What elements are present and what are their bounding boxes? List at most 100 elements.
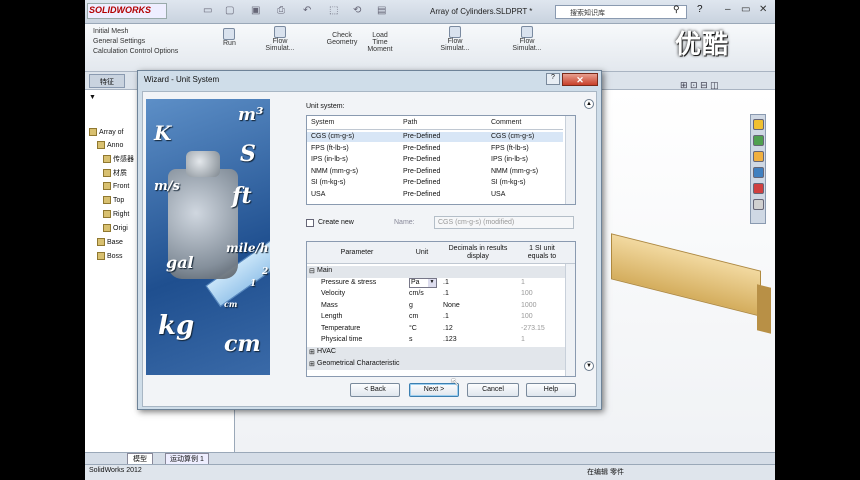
group-main[interactable]: ⊟ Main [307, 266, 565, 278]
param-row-mass[interactable]: Mass g None 1000 [307, 301, 565, 313]
scroll-up-icon[interactable]: ▲ [584, 99, 594, 109]
scroll-down-icon[interactable]: ▼ [584, 361, 594, 371]
run-icon [223, 28, 236, 40]
open-icon[interactable]: ▢ [225, 5, 234, 16]
column-header-parameter: Parameter [340, 249, 374, 256]
art-unit: 2 [262, 267, 269, 277]
name-label: Name: [394, 219, 415, 226]
flow-simulation-button-3[interactable]: Flow Simulat... [509, 26, 545, 52]
tree-item-top-plane[interactable]: Top [103, 196, 124, 204]
tree-item-base[interactable]: Base [97, 238, 123, 246]
general-settings-button[interactable]: General Settings [93, 38, 178, 45]
tree-item-right-plane[interactable]: Right [103, 210, 129, 218]
resources-icon[interactable] [753, 119, 764, 130]
flow-simulation-button-2[interactable]: Flow Simulat... [437, 26, 473, 52]
tree-root[interactable]: Array of [89, 128, 124, 136]
command-manager: Initial Mesh General Settings Calculatio… [85, 24, 775, 72]
dialog-help-button[interactable]: ? [546, 73, 560, 85]
unit-row-nmm[interactable]: NMM (mm-g-s) Pre-Defined NMM (mm-g-s) [307, 167, 563, 177]
parameter-table[interactable]: Parameter Unit Decimals in results displ… [306, 241, 576, 377]
unit-row-fps[interactable]: FPS (ft-lb-s) Pre-Defined FPS (ft-lb-s) [307, 144, 563, 154]
search-icon[interactable]: ⚲ [673, 4, 680, 15]
solidworks-logo: SOLIDWORKS [89, 5, 151, 15]
unit-system-wizard: Wizard - Unit System ? ✕ K m³ S m/s ft g… [137, 70, 602, 410]
status-bar [85, 464, 775, 480]
restore-icon[interactable]: ▭ [741, 4, 750, 15]
art-unit: mile/h [226, 241, 269, 255]
cancel-button[interactable]: Cancel [467, 383, 519, 397]
filter-icon[interactable]: ▼ [89, 94, 96, 101]
custom-properties-icon[interactable] [753, 199, 764, 210]
parameter-table-header: Parameter Unit Decimals in results displ… [307, 242, 575, 264]
search-input[interactable]: 搜索知识库 [555, 5, 687, 19]
help-icon[interactable]: ? [697, 4, 703, 15]
column-header-system: System [311, 119, 335, 126]
art-unit: cm [224, 331, 261, 357]
tree-item-annotations[interactable]: Anno [97, 141, 123, 149]
design-library-icon[interactable] [753, 135, 764, 146]
chevron-down-icon[interactable]: ▼ [428, 278, 436, 287]
flow-simulation-icon [521, 26, 533, 38]
options-icon[interactable]: ▤ [377, 5, 386, 16]
art-unit: kg [158, 311, 195, 341]
calculation-control-button[interactable]: Calculation Control Options [93, 48, 178, 55]
param-row-physical-time[interactable]: Physical time s .123 1 [307, 335, 565, 347]
tree-item-sensors[interactable]: 传感器 [103, 154, 134, 164]
parameter-table-scrollbar[interactable] [565, 264, 575, 376]
tree-item-material[interactable]: 材质 [103, 168, 127, 178]
undo-icon[interactable]: ↶ [303, 5, 311, 16]
param-row-temperature[interactable]: Temperature °C .12 -273.15 [307, 324, 565, 336]
appearances-icon[interactable] [753, 183, 764, 194]
param-row-velocity[interactable]: Velocity cm/s .1 100 [307, 289, 565, 301]
check-geometry-button[interactable]: Check Geometry [323, 32, 361, 46]
group-geometrical-characteristic[interactable]: ⊞ Geometrical Characteristic [307, 358, 565, 370]
art-unit: m/s [154, 179, 180, 194]
view-palette-icon[interactable] [753, 167, 764, 178]
tree-item-origin[interactable]: Origi [103, 224, 128, 232]
select-icon[interactable]: ⬚ [329, 5, 338, 16]
column-header-si-equals: 1 SI unit equals to [527, 245, 557, 260]
unit-row-ips[interactable]: IPS (in-lb-s) Pre-Defined IPS (in-lb-s) [307, 155, 563, 165]
load-time-moment-button[interactable]: Load Time Moment [365, 32, 395, 53]
flow-simulation-icon [449, 26, 461, 38]
tree-item-front-plane[interactable]: Front [103, 182, 129, 190]
tab-feature[interactable]: 特征 [89, 74, 125, 88]
name-field[interactable]: CGS (cm-g-s) (modified) [434, 216, 574, 229]
art-unit: K [154, 121, 172, 145]
view-toolbar[interactable]: ⊞ ⊡ ⊟ ◫ [680, 80, 719, 91]
create-new-checkbox[interactable] [306, 219, 314, 227]
column-header-unit: Unit [415, 249, 429, 256]
param-row-pressure[interactable]: Pressure & stress Pa ▼ .1 1 [307, 277, 565, 290]
status-editing: 在编辑 零件 [587, 469, 624, 476]
close-icon[interactable]: ✕ [759, 4, 767, 15]
flow-simulation-button-1[interactable]: Flow Simulat... [263, 26, 297, 52]
part-model-end [757, 284, 771, 334]
new-document-icon[interactable]: ▭ [203, 5, 212, 16]
unit-row-si[interactable]: SI (m-kg-s) Pre-Defined SI (m-kg-s) [307, 178, 563, 188]
help-button[interactable]: Help [526, 383, 576, 397]
column-header-decimals: Decimals in results display [448, 245, 508, 260]
save-icon[interactable]: ▣ [251, 5, 260, 16]
file-explorer-icon[interactable] [753, 151, 764, 162]
weight-top-image [186, 151, 220, 177]
run-button[interactable]: Run [223, 28, 236, 47]
mouse-cursor-icon: ↖ [450, 375, 461, 389]
dialog-close-button[interactable]: ✕ [562, 73, 598, 86]
back-button[interactable]: < Back [350, 383, 400, 397]
units-illustration: K m³ S m/s ft gal mile/h kg cm 1 2 cm [146, 99, 270, 375]
param-row-length[interactable]: Length cm .1 100 [307, 312, 565, 324]
print-icon[interactable]: ⎙ [277, 5, 285, 16]
unit-row-usa[interactable]: USA Pre-Defined USA [307, 190, 563, 200]
task-pane-tabs [750, 114, 766, 224]
unit-table-scrollbar[interactable] [565, 116, 575, 204]
pressure-unit-select[interactable]: Pa ▼ [409, 277, 437, 288]
art-unit: ft [232, 183, 252, 209]
rebuild-icon[interactable]: ⟲ [353, 5, 361, 16]
unit-system-table[interactable]: System Path Comment CGS (cm-g-s) Pre-Def… [306, 115, 576, 205]
tree-item-boss[interactable]: Boss [97, 252, 123, 260]
initial-mesh-button[interactable]: Initial Mesh [93, 28, 178, 35]
minimize-icon[interactable]: – [725, 4, 731, 15]
art-unit: m³ [238, 105, 264, 125]
unit-row-cgs[interactable]: CGS (cm-g-s) Pre-Defined CGS (cm-g-s) [307, 132, 563, 142]
group-hvac[interactable]: ⊞ HVAC [307, 347, 565, 359]
